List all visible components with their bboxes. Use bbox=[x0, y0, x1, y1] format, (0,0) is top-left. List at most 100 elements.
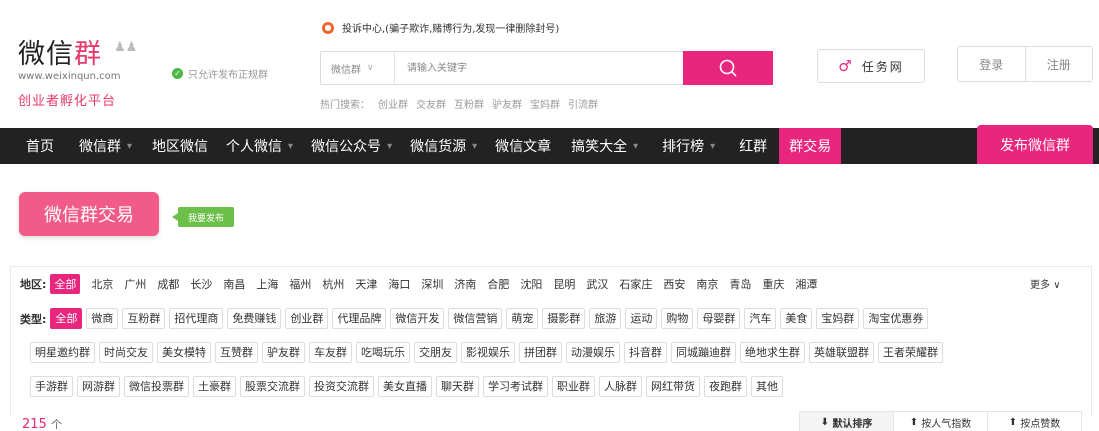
hot-term[interactable]: 互粉群 bbox=[454, 96, 484, 111]
region-option[interactable]: 深圳 bbox=[421, 276, 443, 292]
type-tag[interactable]: 动漫娱乐 bbox=[566, 342, 620, 363]
type-tag[interactable]: 旅游 bbox=[589, 308, 622, 329]
type-tag[interactable]: 王者荣耀群 bbox=[878, 342, 943, 363]
type-tag[interactable]: 运动 bbox=[625, 308, 658, 329]
region-option[interactable]: 广州 bbox=[124, 276, 146, 292]
type-tag[interactable]: 汽车 bbox=[744, 308, 777, 329]
task-net-button[interactable]: ♂ 任务网 bbox=[817, 49, 925, 83]
type-tag[interactable]: 时尚交友 bbox=[99, 342, 153, 363]
type-tag[interactable]: 美女直播 bbox=[378, 376, 432, 397]
region-option[interactable]: 海口 bbox=[388, 276, 410, 292]
type-tag[interactable]: 免费赚钱 bbox=[227, 308, 282, 329]
type-tag[interactable]: 手游群 bbox=[30, 376, 73, 397]
type-tag[interactable]: 招代理商 bbox=[169, 308, 224, 329]
type-tag[interactable]: 聊天群 bbox=[436, 376, 479, 397]
sort-default[interactable]: ⬇ 默认排序 bbox=[799, 411, 894, 431]
region-option[interactable]: 西安 bbox=[663, 276, 685, 292]
type-tag[interactable]: 股票交流群 bbox=[240, 376, 305, 397]
type-tag[interactable]: 微商 bbox=[86, 308, 119, 329]
region-option[interactable]: 沈阳 bbox=[520, 276, 542, 292]
region-option[interactable]: 重庆 bbox=[762, 276, 784, 292]
region-option[interactable]: 成都 bbox=[157, 276, 179, 292]
type-tag[interactable]: 代理品牌 bbox=[332, 308, 387, 329]
region-option[interactable]: 南昌 bbox=[223, 276, 245, 292]
region-option[interactable]: 福州 bbox=[289, 276, 311, 292]
register-button[interactable]: 注册 bbox=[1026, 47, 1093, 81]
type-tag[interactable]: 微信营销 bbox=[448, 308, 503, 329]
type-tag[interactable]: 影视娱乐 bbox=[461, 342, 515, 363]
region-option[interactable]: 长沙 bbox=[190, 276, 212, 292]
type-tag[interactable]: 同城蹦迪群 bbox=[671, 342, 736, 363]
nav-item-official[interactable]: 微信公众号 ▾ bbox=[311, 128, 392, 164]
region-option[interactable]: 北京 bbox=[91, 276, 113, 292]
region-option[interactable]: 合肥 bbox=[487, 276, 509, 292]
nav-item-region[interactable]: 地区微信 bbox=[152, 128, 208, 164]
nav-item-jokes[interactable]: 搞笑大全 ▾ bbox=[571, 128, 638, 164]
search-button[interactable] bbox=[683, 51, 773, 85]
type-tag[interactable]: 互赞群 bbox=[215, 342, 258, 363]
sort-likes[interactable]: ⬆ 按点赞数 bbox=[987, 411, 1082, 431]
search-input[interactable] bbox=[395, 52, 683, 84]
publish-tag-button[interactable]: 我要发布 bbox=[171, 207, 235, 227]
hot-term[interactable]: 交友群 bbox=[416, 96, 446, 111]
type-tag[interactable]: 创业群 bbox=[285, 308, 329, 329]
type-tag[interactable]: 母婴群 bbox=[697, 308, 741, 329]
type-tag[interactable]: 驴友群 bbox=[262, 342, 305, 363]
type-tag[interactable]: 摄影群 bbox=[542, 308, 586, 329]
type-tag[interactable]: 明星邀约群 bbox=[30, 342, 95, 363]
type-tag[interactable]: 土豪群 bbox=[193, 376, 236, 397]
region-option[interactable]: 上海 bbox=[256, 276, 278, 292]
type-tag[interactable]: 吃喝玩乐 bbox=[356, 342, 410, 363]
type-tag[interactable]: 宝妈群 bbox=[816, 308, 860, 329]
hot-term[interactable]: 驴友群 bbox=[492, 96, 522, 111]
publish-group-button[interactable]: 发布微信群 bbox=[977, 125, 1093, 164]
type-tag[interactable]: 网红带货 bbox=[646, 376, 700, 397]
type-tag[interactable]: 其他 bbox=[751, 376, 783, 397]
region-option[interactable]: 全部 bbox=[50, 274, 81, 294]
nav-item-personal[interactable]: 个人微信 ▾ bbox=[226, 128, 293, 164]
type-tag[interactable]: 购物 bbox=[661, 308, 694, 329]
type-tag[interactable]: 网游群 bbox=[77, 376, 120, 397]
region-option[interactable]: 杭州 bbox=[322, 276, 344, 292]
type-tag[interactable]: 微信开发 bbox=[390, 308, 445, 329]
region-option[interactable]: 天津 bbox=[355, 276, 377, 292]
type-tag[interactable]: 美女模特 bbox=[157, 342, 211, 363]
type-tag[interactable]: 萌宠 bbox=[506, 308, 539, 329]
type-tag[interactable]: 抖音群 bbox=[624, 342, 667, 363]
region-option[interactable]: 南京 bbox=[696, 276, 718, 292]
search-category-select[interactable]: 微信群 ∨ bbox=[321, 52, 395, 84]
site-logo[interactable]: 微信群 ♟♟ www.weixinqun.com 创业者孵化平台 bbox=[18, 40, 138, 112]
type-tag[interactable]: 夜跑群 bbox=[704, 376, 747, 397]
type-tag[interactable]: 人脉群 bbox=[599, 376, 642, 397]
type-tag[interactable]: 绝地求生群 bbox=[740, 342, 805, 363]
nav-item-articles[interactable]: 微信文章 bbox=[495, 128, 551, 164]
type-tag[interactable]: 学习考试群 bbox=[483, 376, 548, 397]
nav-item-home[interactable]: 首页 bbox=[26, 128, 54, 164]
type-tag[interactable]: 微信投票群 bbox=[124, 376, 189, 397]
nav-item-wechat-group[interactable]: 微信群 ▾ bbox=[79, 128, 132, 164]
region-option[interactable]: 青岛 bbox=[729, 276, 751, 292]
complaint-notice[interactable]: ● 投诉中心,(骗子欺诈,赌博行为,发现一律删除封号) bbox=[322, 20, 559, 35]
type-tag[interactable]: 交朋友 bbox=[414, 342, 457, 363]
nav-item-red-group[interactable]: 红群 bbox=[739, 128, 767, 164]
more-regions-button[interactable]: 更多 ∨ bbox=[1030, 276, 1061, 291]
type-tag[interactable]: 职业群 bbox=[552, 376, 595, 397]
type-tag[interactable]: 车友群 bbox=[309, 342, 352, 363]
type-tag[interactable]: 美食 bbox=[780, 308, 813, 329]
nav-item-group-trade[interactable]: 群交易 bbox=[779, 128, 842, 164]
type-tag[interactable]: 互粉群 bbox=[122, 308, 166, 329]
type-tag[interactable]: 拼团群 bbox=[519, 342, 562, 363]
type-tag[interactable]: 全部 bbox=[50, 308, 83, 329]
login-button[interactable]: 登录 bbox=[958, 47, 1026, 81]
hot-term[interactable]: 引流群 bbox=[568, 96, 598, 111]
region-option[interactable]: 昆明 bbox=[553, 276, 575, 292]
region-option[interactable]: 石家庄 bbox=[619, 276, 652, 292]
type-tag[interactable]: 投资交流群 bbox=[309, 376, 374, 397]
nav-item-ranking[interactable]: 排行榜 ▾ bbox=[662, 128, 715, 164]
hot-term[interactable]: 宝妈群 bbox=[530, 96, 560, 111]
region-option[interactable]: 武汉 bbox=[586, 276, 608, 292]
type-tag[interactable]: 英雄联盟群 bbox=[809, 342, 874, 363]
region-option[interactable]: 济南 bbox=[454, 276, 476, 292]
hot-term[interactable]: 创业群 bbox=[378, 96, 408, 111]
nav-item-goods[interactable]: 微信货源 ▾ bbox=[410, 128, 477, 164]
